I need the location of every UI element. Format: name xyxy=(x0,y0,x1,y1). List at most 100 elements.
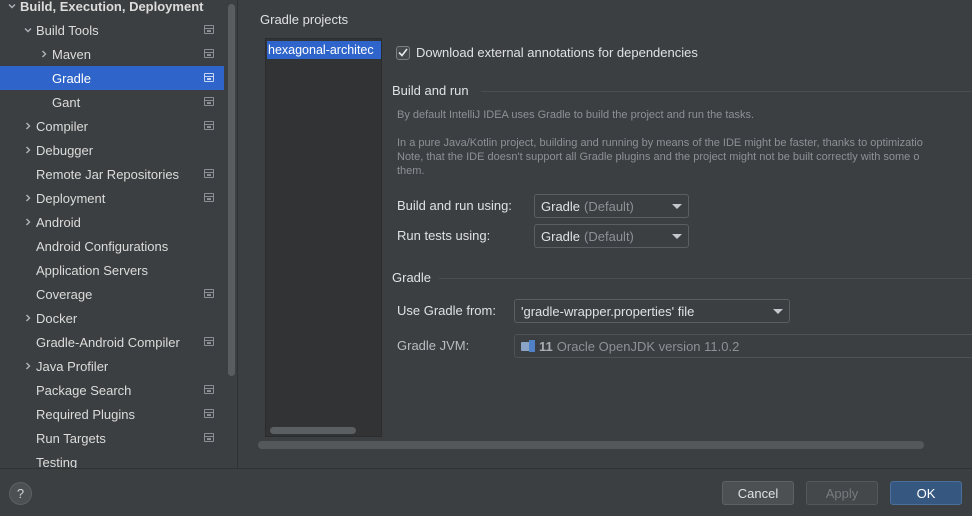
sidebar-item-label: Remote Jar Repositories xyxy=(36,166,180,182)
gradle-jvm-value: Oracle OpenJDK version 11.0.2 xyxy=(556,338,740,354)
gradle-jvm-version-number: 11 xyxy=(539,338,553,354)
run-tests-using-select[interactable]: Gradle (Default) xyxy=(534,224,689,248)
build-run-description-2: In a pure Java/Kotlin project, building … xyxy=(397,137,923,149)
chevron-right-icon[interactable] xyxy=(20,217,36,227)
check-icon xyxy=(398,48,408,57)
sidebar-item-compiler[interactable]: Compiler xyxy=(0,114,224,138)
sidebar-item-testing[interactable]: Testing xyxy=(0,450,224,469)
sidebar-item-label: Docker xyxy=(36,310,78,326)
sidebar-item-label: Gant xyxy=(52,94,81,110)
sidebar-item-build-execution-deployment[interactable]: Build, Execution, Deployment xyxy=(0,0,224,18)
chevron-right-icon[interactable] xyxy=(20,313,36,323)
settings-dialog: Build, Execution, Deployment Build Tools M… xyxy=(0,0,972,516)
build-and-run-separator xyxy=(481,91,972,92)
chevron-down-icon xyxy=(773,309,783,314)
sidebar-item-docker[interactable]: Docker xyxy=(0,306,224,330)
sidebar-item-gradle-android-compiler[interactable]: Gradle-Android Compiler xyxy=(0,330,224,354)
sidebar-item-label: Gradle xyxy=(52,70,92,86)
sidebar-item-remote-jar-repositories[interactable]: Remote Jar Repositories xyxy=(0,162,224,186)
sidebar-item-label: Debugger xyxy=(36,142,94,158)
project-level-icon xyxy=(204,97,214,106)
dialog-button-bar: ? Cancel Apply OK xyxy=(0,468,972,516)
sidebar-item-build-tools[interactable]: Build Tools xyxy=(0,18,224,42)
cancel-button[interactable]: Cancel xyxy=(722,481,794,505)
chevron-right-icon[interactable] xyxy=(20,145,36,155)
sidebar-item-label: Coverage xyxy=(36,286,93,302)
sidebar-item-coverage[interactable]: Coverage xyxy=(0,282,224,306)
sidebar-item-maven[interactable]: Maven xyxy=(0,42,224,66)
project-level-icon xyxy=(204,385,214,394)
sidebar-item-label: Build, Execution, Deployment xyxy=(20,0,204,14)
sidebar-item-label: Gradle-Android Compiler xyxy=(36,334,180,350)
build-run-using-select[interactable]: Gradle (Default) xyxy=(534,194,689,218)
sidebar-item-deployment[interactable]: Deployment xyxy=(0,186,224,210)
sidebar-item-label: Application Servers xyxy=(36,262,148,278)
sidebar-item-application-servers[interactable]: Application Servers xyxy=(0,258,224,282)
sidebar-item-label: Package Search xyxy=(36,382,132,398)
project-level-icon xyxy=(204,289,214,298)
sidebar-item-label: Run Targets xyxy=(36,430,106,446)
sidebar-item-run-targets[interactable]: Run Targets xyxy=(0,426,224,450)
build-run-description-4: them. xyxy=(397,165,425,177)
sidebar-item-label: Android Configurations xyxy=(36,238,169,254)
ok-button[interactable]: OK xyxy=(890,481,962,505)
help-button[interactable]: ? xyxy=(9,482,32,505)
project-level-icon xyxy=(204,433,214,442)
build-and-run-heading: Build and run xyxy=(392,83,469,98)
download-annotations-label: Download external annotations for depend… xyxy=(416,45,698,60)
chevron-right-icon[interactable] xyxy=(20,193,36,203)
build-run-description-1: By default IntelliJ IDEA uses Gradle to … xyxy=(397,109,755,121)
build-run-description-3: Note, that the IDE doesn't support all G… xyxy=(397,151,920,163)
project-level-icon xyxy=(204,169,214,178)
sidebar-item-label: Java Profiler xyxy=(36,358,109,374)
run-tests-using-label: Run tests using: xyxy=(397,228,491,243)
sidebar-item-android[interactable]: Android xyxy=(0,210,224,234)
projects-list-scrollbar[interactable] xyxy=(270,427,356,434)
project-level-icon xyxy=(204,25,214,34)
gradle-jvm-label: Gradle JVM: xyxy=(397,338,470,353)
build-run-using-label: Build and run using: xyxy=(397,198,512,213)
sidebar-item-debugger[interactable]: Debugger xyxy=(0,138,224,162)
gradle-jvm-select[interactable]: 11 Oracle OpenJDK version 11.0.2 xyxy=(514,334,972,358)
use-gradle-from-label: Use Gradle from: xyxy=(397,303,496,318)
use-gradle-from-select[interactable]: 'gradle-wrapper.properties' file xyxy=(514,299,790,323)
sidebar-item-android-configurations[interactable]: Android Configurations xyxy=(0,234,224,258)
project-level-icon xyxy=(204,409,214,418)
chevron-right-icon[interactable] xyxy=(20,361,36,371)
sidebar-item-gant[interactable]: Gant xyxy=(0,90,224,114)
sidebar-item-required-plugins[interactable]: Required Plugins xyxy=(0,402,224,426)
content-horizontal-scrollbar[interactable] xyxy=(258,441,924,449)
gradle-settings-panel: Gradle projects hexagonal-architec Downl… xyxy=(239,0,972,468)
project-level-icon xyxy=(204,73,214,82)
sidebar-item-package-search[interactable]: Package Search xyxy=(0,378,224,402)
sidebar-item-label: Android xyxy=(36,214,81,230)
gradle-projects-title: Gradle projects xyxy=(260,12,349,27)
download-annotations-row[interactable]: Download external annotations for depend… xyxy=(396,45,698,60)
sidebar-item-label: Required Plugins xyxy=(36,406,136,422)
chevron-down-icon[interactable] xyxy=(20,25,36,35)
sidebar-scrollbar[interactable] xyxy=(228,4,235,376)
project-level-icon xyxy=(204,337,214,346)
chevron-down-icon xyxy=(672,204,682,209)
run-tests-using-default: (Default) xyxy=(584,228,634,244)
jdk-folder-icon xyxy=(521,340,535,352)
chevron-right-icon[interactable] xyxy=(36,49,52,59)
apply-button[interactable]: Apply xyxy=(806,481,878,505)
chevron-right-icon[interactable] xyxy=(20,121,36,131)
sidebar-item-gradle[interactable]: Gradle xyxy=(0,66,224,90)
project-list-item[interactable]: hexagonal-architec xyxy=(267,41,381,59)
gradle-heading: Gradle xyxy=(392,270,432,285)
gradle-projects-list[interactable]: hexagonal-architec xyxy=(265,38,382,437)
download-annotations-checkbox[interactable] xyxy=(396,45,410,60)
chevron-down-icon xyxy=(672,234,682,239)
build-run-using-default: (Default) xyxy=(584,198,634,214)
sidebar-item-java-profiler[interactable]: Java Profiler xyxy=(0,354,224,378)
gradle-separator xyxy=(439,278,972,279)
use-gradle-from-value: 'gradle-wrapper.properties' file xyxy=(521,303,695,319)
chevron-down-icon[interactable] xyxy=(4,1,20,11)
sidebar-item-label: Maven xyxy=(52,46,92,62)
project-level-icon xyxy=(204,193,214,202)
sidebar-item-label: Compiler xyxy=(36,118,89,134)
project-level-icon xyxy=(204,49,214,58)
sidebar-item-label: Deployment xyxy=(36,190,106,206)
